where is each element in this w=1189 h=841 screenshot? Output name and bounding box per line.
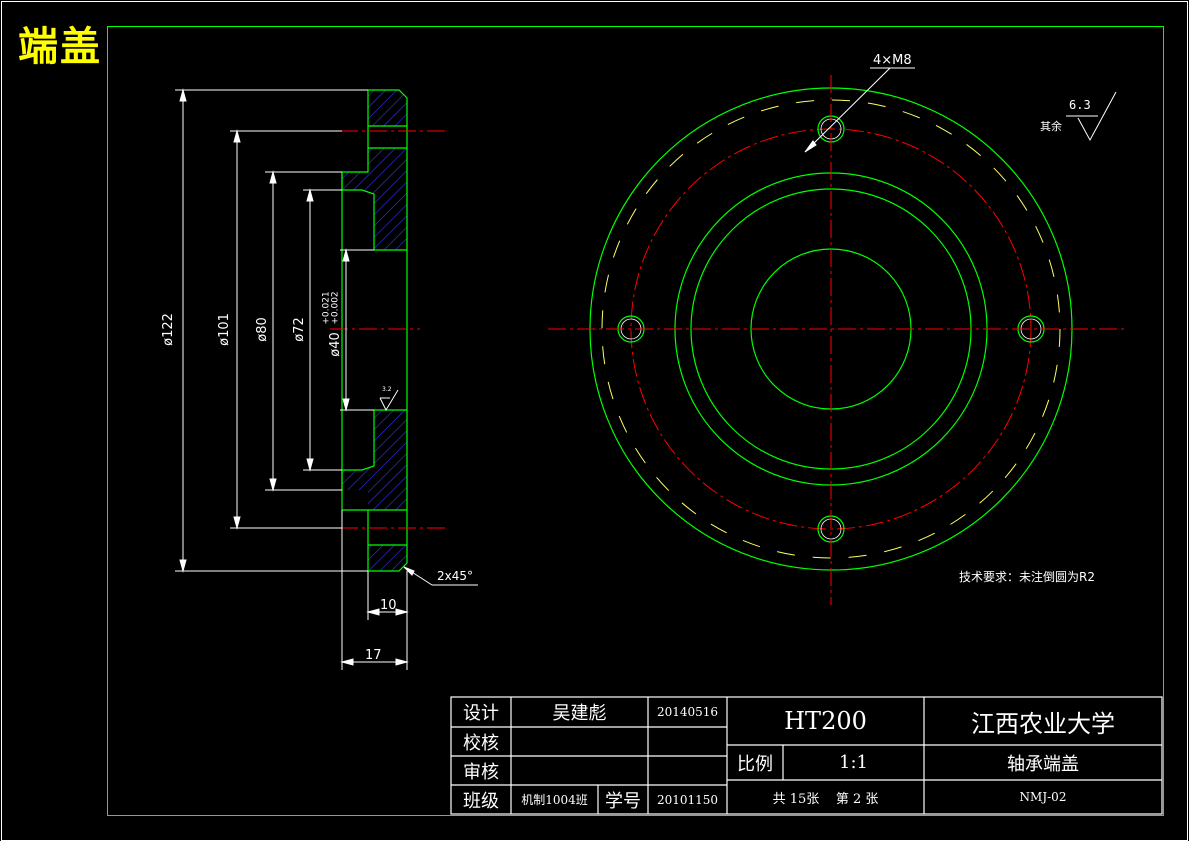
tb-scale-value: 1:1 [839,752,868,773]
section-hatch [342,90,407,571]
dim-d101: ø101 [216,313,232,346]
dim-d72: ø72 [291,317,307,342]
tb-student-id-label: 学号 [605,790,641,812]
front-centerlines [548,75,1128,605]
tb-design-date: 20140516 [656,705,719,719]
roughness-label: 其余 [1040,120,1062,133]
dim-d122: ø122 [160,313,176,346]
tb-scale-label: 比例 [737,753,773,775]
hole-leader [804,67,915,153]
dim-17: 17 [365,648,382,663]
tb-drawing-no: NMJ-02 [1019,790,1067,804]
dim-10: 10 [380,598,397,613]
front-view [548,67,1128,605]
tb-design-label: 设计 [463,703,499,724]
dim-d80: ø80 [254,317,270,342]
tb-part-name: 轴承端盖 [1007,753,1079,775]
tb-school: 江西农业大学 [971,709,1115,738]
tb-student-id: 20101150 [656,792,719,807]
dim-d40: ø40 [327,332,343,357]
technical-requirement: 技术要求：未注倒圆为R2 [959,570,1095,584]
tb-review-label: 审核 [463,761,499,783]
chamfer-label: 2x45° [437,569,474,583]
dim-d40-tol-lower: +0.002 [330,291,341,325]
tb-check-label: 校核 [463,732,499,754]
section-view [175,88,478,670]
tb-sheets: 共 15张 第 2 张 [772,791,879,807]
section-dimensions [175,88,478,670]
tb-designer: 吴建彪 [552,703,607,724]
tb-class-value: 机制1004班 [521,793,588,807]
roughness-value: 6.3 [1069,98,1091,112]
holes-label: 4×M8 [873,53,912,68]
tb-material: HT200 [784,707,867,735]
tb-class-label: 班级 [463,790,499,812]
roughness-small: 3.2 [382,386,392,393]
